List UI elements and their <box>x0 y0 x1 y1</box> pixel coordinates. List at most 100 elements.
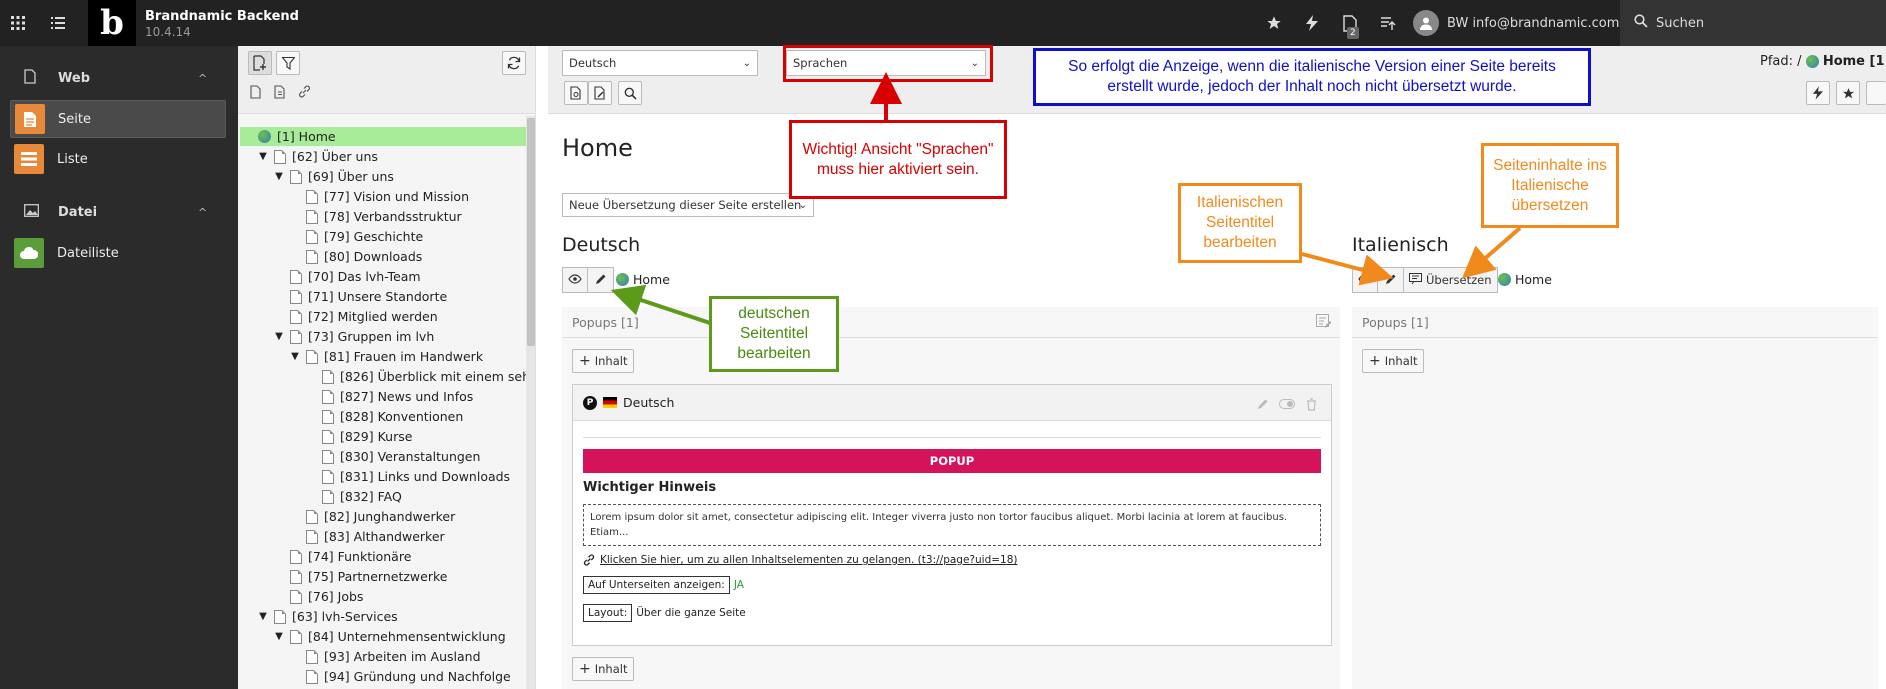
user-menu[interactable]: BW info@brandnamic.com <box>1413 0 1619 46</box>
tree-node-label[interactable]: [829] Kurse <box>340 429 412 444</box>
tree-scrollbar[interactable] <box>526 116 535 689</box>
page-icon[interactable] <box>306 189 318 204</box>
bookmark-button[interactable] <box>1836 81 1860 105</box>
document-stack-icon[interactable] <box>1338 0 1362 46</box>
tree-node-label[interactable]: [78] Verbandsstruktur <box>324 209 462 224</box>
tree-node[interactable]: [77] Vision und Mission <box>288 187 469 206</box>
page-icon[interactable] <box>290 169 302 184</box>
tree-node-label[interactable]: [830] Veranstaltungen <box>340 449 480 464</box>
list-menu-icon[interactable] <box>48 0 68 46</box>
tree-node[interactable]: [832] FAQ <box>304 487 402 506</box>
breadcrumb-page[interactable]: Home [1 <box>1823 54 1885 69</box>
page-icon[interactable] <box>322 389 334 404</box>
module-item-dateiliste[interactable]: Dateiliste <box>10 234 226 272</box>
page-icon[interactable] <box>290 549 302 564</box>
tree-node-label[interactable]: [80] Downloads <box>324 249 422 264</box>
page-copy-icon[interactable] <box>274 85 287 103</box>
content-link-text[interactable]: Klicken Sie hier, um zu allen Inhaltsele… <box>600 554 1017 569</box>
tree-node[interactable]: [71] Unsere Standorte <box>272 287 447 306</box>
view-page-button[interactable] <box>564 81 588 105</box>
page-icon[interactable] <box>306 669 318 684</box>
tree-node[interactable]: [827] News und Infos <box>304 387 473 406</box>
tree-node-label[interactable]: [72] Mitglied werden <box>308 309 438 324</box>
trash-icon[interactable] <box>1299 393 1323 415</box>
page-icon[interactable] <box>290 569 302 584</box>
page-icon[interactable] <box>290 629 302 644</box>
caret-down-icon[interactable]: ▼ <box>272 631 286 642</box>
tree-node[interactable]: [75] Partnernetzwerke <box>272 567 447 586</box>
page-icon[interactable] <box>306 529 318 544</box>
apps-grid-icon[interactable] <box>8 0 28 46</box>
more-button[interactable] <box>1866 81 1886 105</box>
tree-node-label[interactable]: [827] News und Infos <box>340 389 473 404</box>
page-icon[interactable] <box>290 289 302 304</box>
tree-node-label[interactable]: [79] Geschichte <box>324 229 423 244</box>
page-icon[interactable] <box>306 649 318 664</box>
tree-node-label[interactable]: [69] Über uns <box>308 169 394 184</box>
view-button[interactable] <box>562 267 588 293</box>
page-icon[interactable] <box>322 429 334 444</box>
language-select[interactable]: Deutsch ⌄ <box>562 50 758 76</box>
tree-node-label[interactable]: [77] Vision und Mission <box>324 189 469 204</box>
page-icon[interactable] <box>250 85 261 103</box>
page-icon[interactable] <box>290 309 302 324</box>
module-group-web[interactable]: Web ^ <box>0 58 238 98</box>
tree-node-label[interactable]: [1] Home <box>277 129 336 144</box>
new-page-button[interactable] <box>248 51 272 75</box>
clear-cache-button[interactable] <box>1806 81 1830 105</box>
tree-node-label[interactable]: [81] Frauen im Handwerk <box>324 349 483 364</box>
page-icon[interactable] <box>322 449 334 464</box>
tree-node-label[interactable]: [93] Arbeiten im Ausland <box>324 649 481 664</box>
caret-down-icon[interactable]: ▼ <box>272 331 286 342</box>
module-group-datei[interactable]: Datei ^ <box>0 192 238 232</box>
new-translation-select[interactable]: Neue Übersetzung dieser Seite erstellen … <box>562 193 814 217</box>
page-icon[interactable] <box>306 349 318 364</box>
tree-node[interactable]: [830] Veranstaltungen <box>304 447 480 466</box>
caret-down-icon[interactable]: ▼ <box>272 171 286 182</box>
tree-node[interactable]: [828] Konventionen <box>304 407 463 426</box>
filter-button[interactable] <box>276 51 300 75</box>
page-icon[interactable] <box>306 229 318 244</box>
tree-node-label[interactable]: [70] Das lvh-Team <box>308 269 421 284</box>
add-content-button-top[interactable]: + Inhalt <box>572 349 635 373</box>
view-button[interactable] <box>1352 267 1378 293</box>
tree-node-label[interactable]: [94] Gründung und Nachfolge <box>324 669 511 684</box>
tree-node-label[interactable]: [84] Unternehmensentwicklung <box>308 629 506 644</box>
content-link[interactable]: Klicken Sie hier, um zu allen Inhaltsele… <box>583 554 1017 569</box>
tree-node[interactable]: ▼ [69] Über uns <box>272 167 394 186</box>
tree-node[interactable]: ▼ [84] Unternehmensentwicklung <box>272 627 506 646</box>
tree-node[interactable]: ▼ [62] Über uns <box>256 147 378 166</box>
workspace-publish-icon[interactable] <box>1376 0 1400 46</box>
edit-column-icon[interactable] <box>1316 314 1332 333</box>
page-icon[interactable] <box>306 209 318 224</box>
tree-node[interactable]: [79] Geschichte <box>288 227 423 246</box>
add-content-button-it[interactable]: + Inhalt <box>1362 349 1425 373</box>
page-icon[interactable] <box>322 369 334 384</box>
tree-node[interactable]: [82] Junghandwerker <box>288 507 455 526</box>
page-icon[interactable] <box>322 409 334 424</box>
page-icon[interactable] <box>306 509 318 524</box>
tree-node-label[interactable]: [82] Junghandwerker <box>324 509 455 524</box>
search-button[interactable]: Suchen <box>1620 0 1886 46</box>
tree-node-label[interactable]: [75] Partnernetzwerke <box>308 569 447 584</box>
tree-node[interactable]: [74] Funktionäre <box>272 547 411 566</box>
tree-node[interactable]: [1] Home <box>240 127 526 146</box>
search-content-button[interactable] <box>618 81 642 105</box>
module-item-liste[interactable]: Liste <box>10 140 226 178</box>
page-icon[interactable] <box>290 269 302 284</box>
tree-node-label[interactable]: [63] lvh-Services <box>292 609 398 624</box>
tree-node[interactable]: [831] Links und Downloads <box>304 467 510 486</box>
tree-node-label[interactable]: [62] Über uns <box>292 149 378 164</box>
caret-down-icon[interactable]: ▼ <box>288 351 302 362</box>
tree-node-label[interactable]: [831] Links und Downloads <box>340 469 510 484</box>
tree-node[interactable]: [93] Arbeiten im Ausland <box>288 647 481 666</box>
caret-down-icon[interactable]: ▼ <box>256 151 270 162</box>
pencil-icon[interactable] <box>1251 393 1275 415</box>
tree-node[interactable]: [76] Jobs <box>272 587 363 606</box>
tree-node[interactable]: [80] Downloads <box>288 247 422 266</box>
toggle-visibility-icon[interactable] <box>1275 393 1299 415</box>
tree-node[interactable]: ▼ [81] Frauen im Handwerk <box>288 347 483 366</box>
edit-page-button[interactable] <box>588 81 612 105</box>
tree-node[interactable]: ▼ [73] Gruppen im lvh <box>272 327 434 346</box>
tree-node[interactable]: [826] Überblick mit einem seh <box>304 367 530 386</box>
